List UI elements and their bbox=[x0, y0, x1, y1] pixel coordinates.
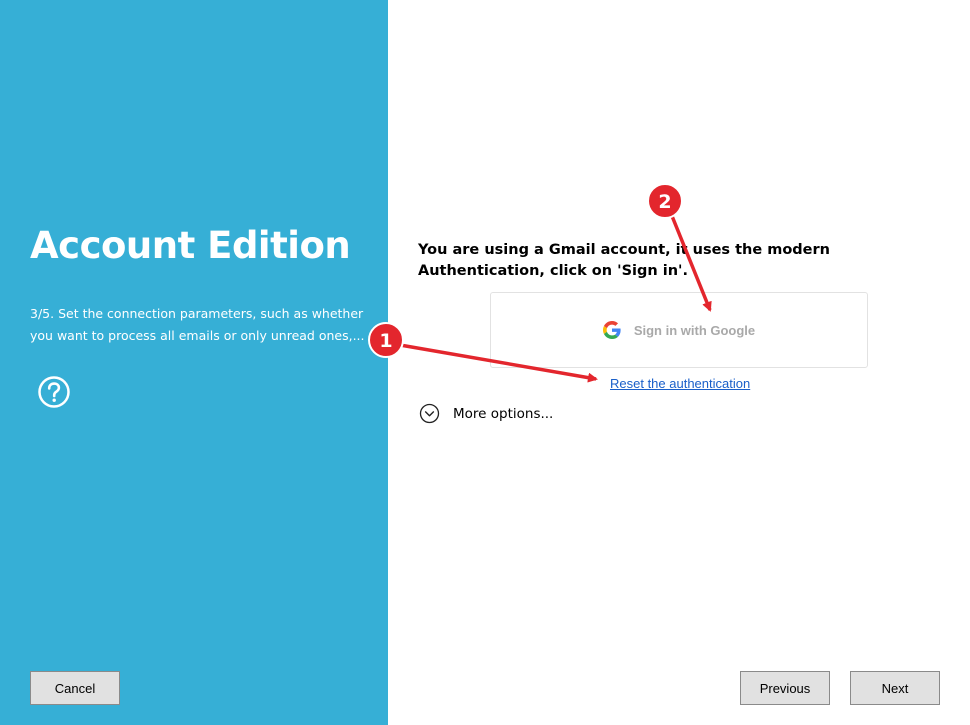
cancel-button[interactable]: Cancel bbox=[30, 671, 120, 705]
previous-button[interactable]: Previous bbox=[740, 671, 830, 705]
svg-text:2: 2 bbox=[658, 191, 671, 213]
sign-in-with-google-button[interactable]: Sign in with Google bbox=[490, 292, 868, 368]
annotation-badge-2: 2 bbox=[647, 183, 683, 219]
more-options-label: More options... bbox=[453, 405, 554, 422]
page-title: Account Edition bbox=[30, 224, 351, 267]
google-logo-icon bbox=[602, 321, 621, 339]
more-options-toggle[interactable]: More options... bbox=[419, 403, 553, 424]
step-description: 3/5. Set the connection parameters, such… bbox=[30, 306, 365, 343]
chevron-down-circle-icon bbox=[419, 403, 440, 424]
sidebar-panel: Account Edition 3/5. Set the connection … bbox=[0, 0, 388, 725]
question-circle-icon[interactable] bbox=[37, 375, 71, 409]
reset-authentication-link[interactable]: Reset the authentication bbox=[610, 376, 750, 391]
next-button[interactable]: Next bbox=[850, 671, 940, 705]
google-button-label: Sign in with Google bbox=[633, 322, 756, 338]
auth-info-text: You are using a Gmail account, it uses t… bbox=[418, 242, 830, 279]
